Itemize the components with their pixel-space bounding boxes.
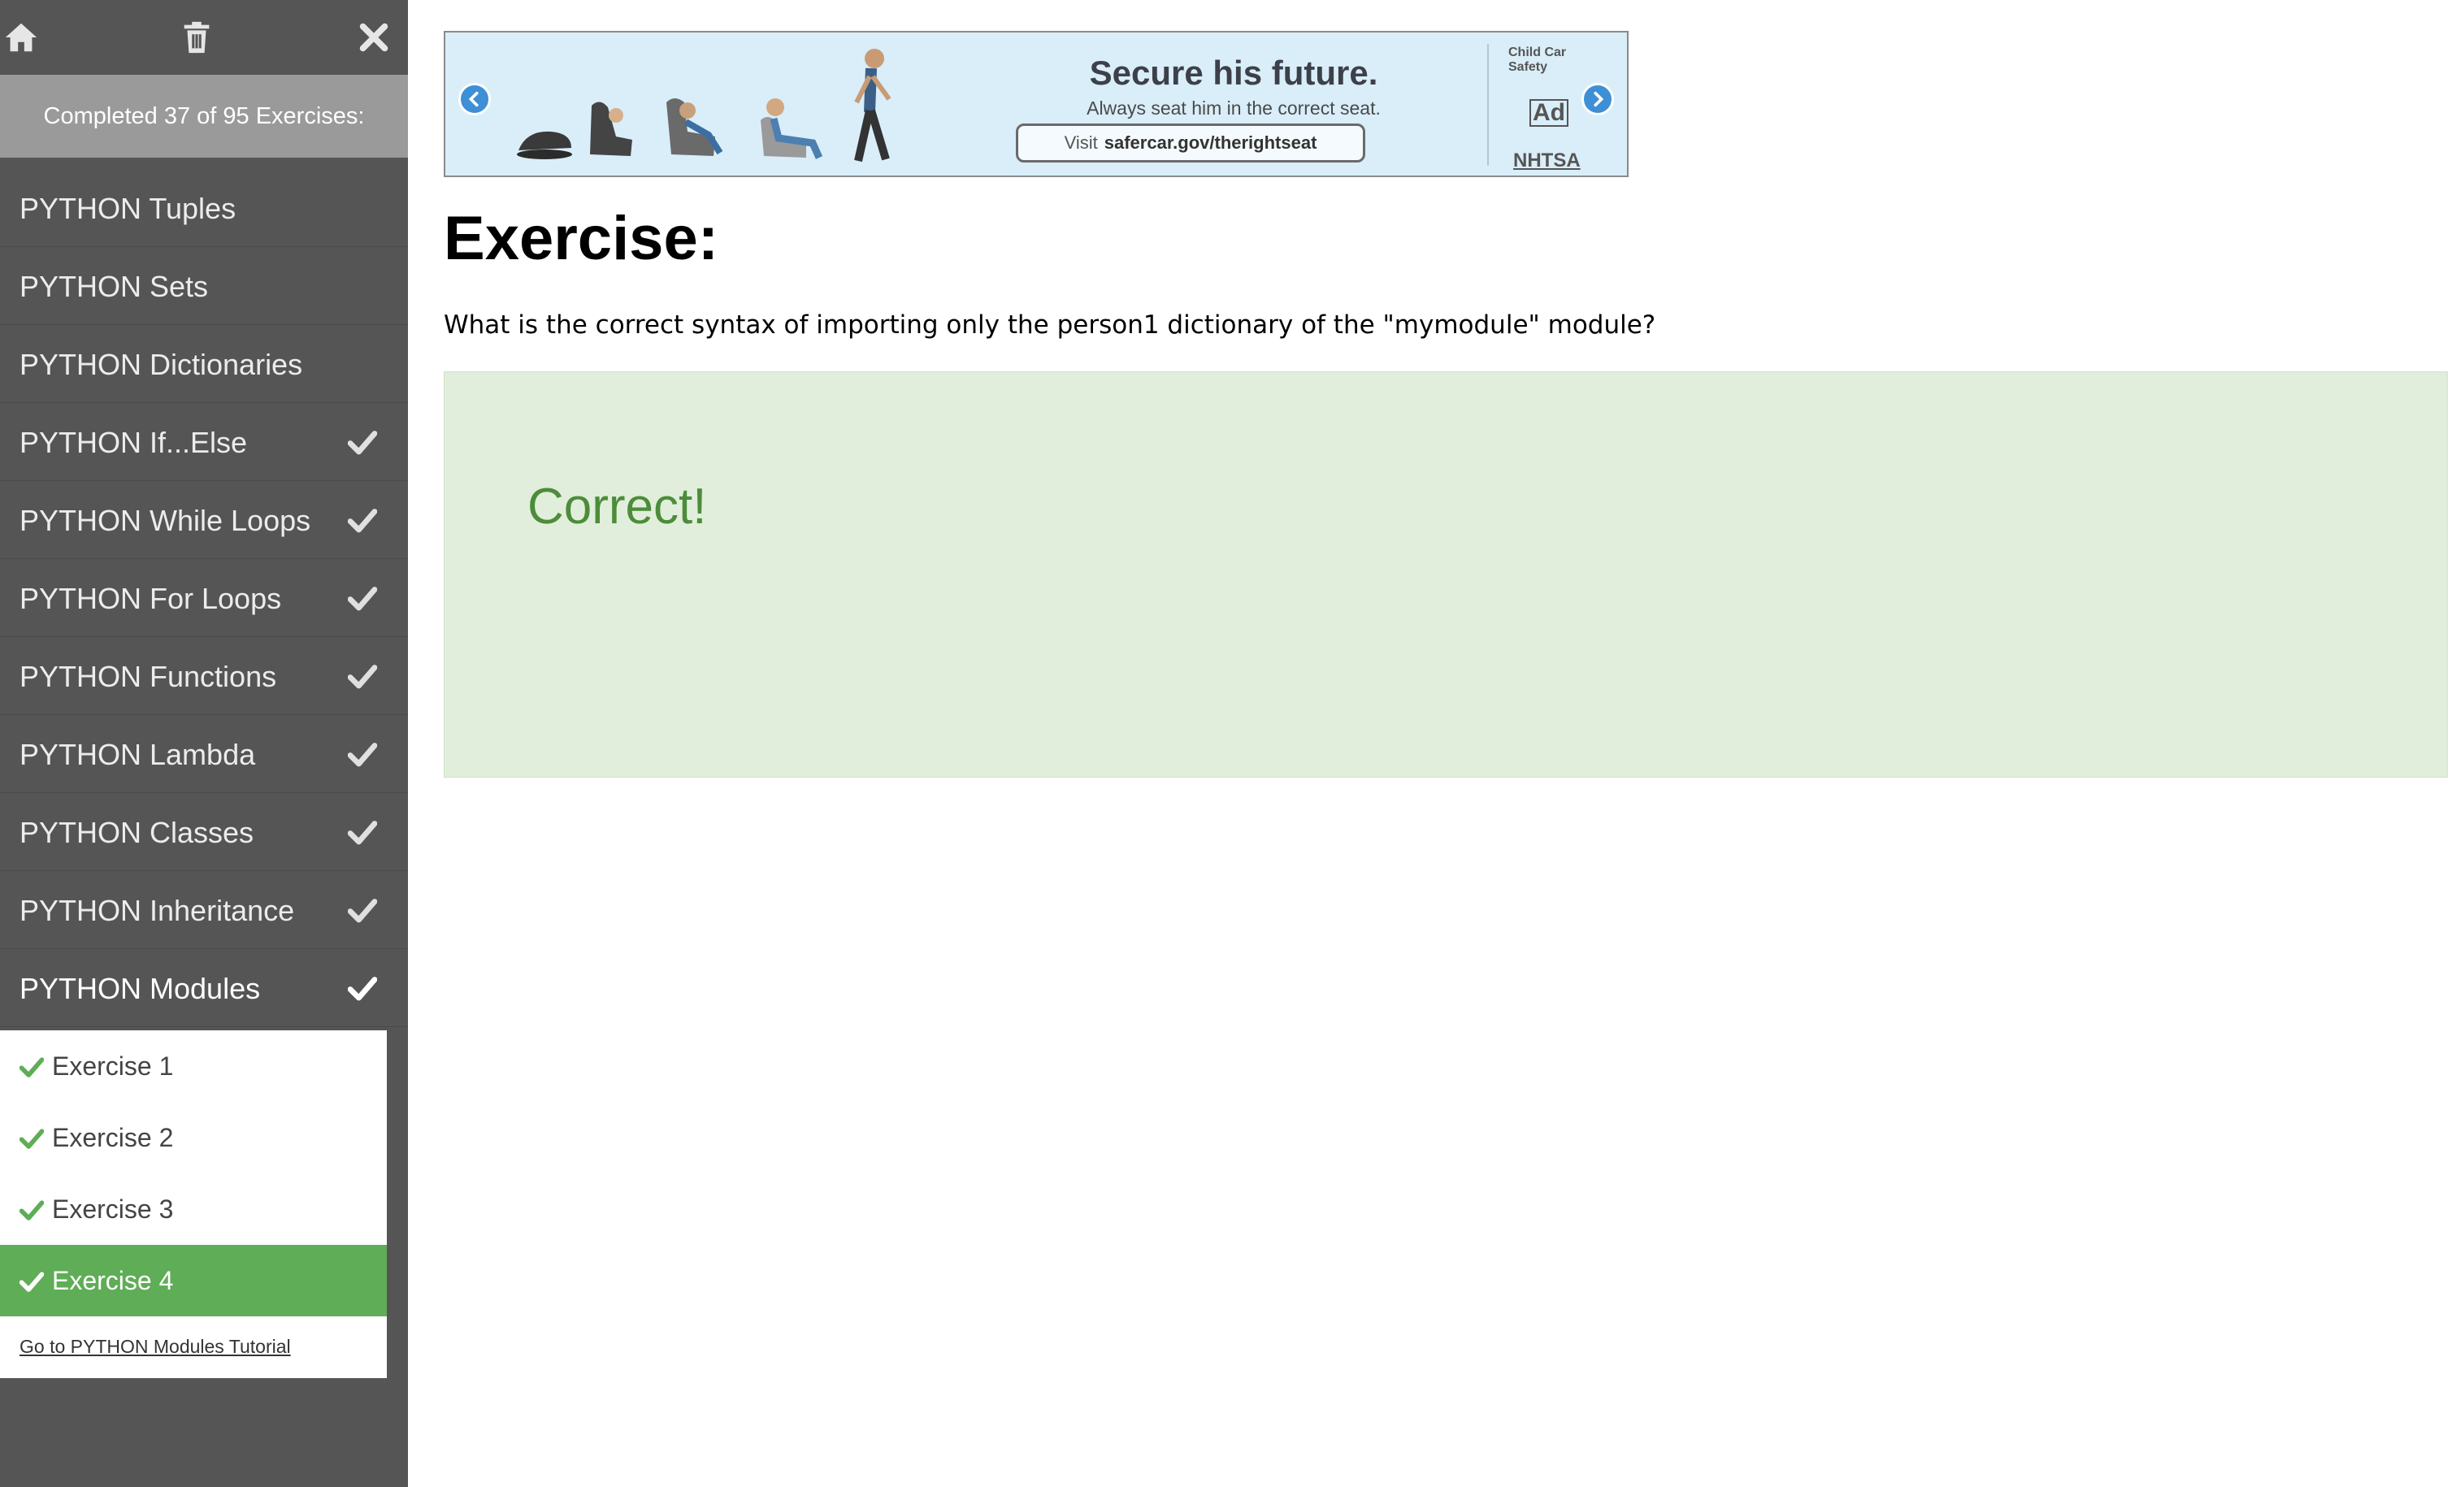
topic-item[interactable]: PYTHON Functions (0, 637, 408, 715)
topic-label: PYTHON Classes (20, 816, 254, 849)
child-car-safety-logo: Child Car Safety (1508, 46, 1567, 74)
ad-text: Secure his future. Always seat him in th… (1014, 54, 1453, 119)
topic-item[interactable]: PYTHON Lambda (0, 715, 408, 793)
checkmark-icon (347, 505, 378, 535)
topic-label: PYTHON Dictionaries (20, 348, 303, 381)
ad-banner[interactable]: Secure his future. Always seat him in th… (444, 31, 1629, 177)
exercise-label: Exercise 2 (52, 1123, 174, 1152)
child-seat-illustration (517, 49, 891, 163)
exercise-item[interactable]: Exercise 1 (0, 1030, 387, 1102)
topic-label: PYTHON Modules (20, 972, 261, 1005)
close-icon (359, 23, 388, 52)
result-message: Correct! (527, 479, 707, 535)
exercise-label: Exercise 3 (52, 1194, 174, 1224)
chevron-right-icon (1594, 91, 1604, 107)
result-panel: Correct! (444, 371, 2448, 778)
topic-item[interactable]: PYTHON Inheritance (0, 871, 408, 949)
checkmark-icon (347, 973, 378, 1003)
topic-label: PYTHON Tuples (20, 192, 236, 225)
checkmark-icon (347, 427, 378, 457)
topic-item[interactable]: PYTHON Modules (0, 949, 408, 1027)
sidebar: Completed 37 of 95 Exercises: PYTHON Tup… (0, 0, 408, 1487)
checkmark-icon (19, 1126, 45, 1149)
exercise-label: Exercise 4 (52, 1266, 174, 1295)
topic-label: PYTHON Inheritance (20, 894, 295, 927)
ad-cta-button[interactable]: Visit safercar.gov/therightseat (1016, 124, 1365, 163)
topic-item[interactable]: PYTHON For Loops (0, 559, 408, 637)
sidebar-toolbar (0, 0, 408, 75)
tutorial-link[interactable]: Go to PYTHON Modules Tutorial (20, 1336, 291, 1358)
topic-list: PYTHON Tuples PYTHON Sets PYTHON Dictionar… (0, 169, 408, 1027)
checkmark-icon (347, 661, 378, 691)
exercise-item[interactable]: Exercise 3 (0, 1173, 387, 1245)
ad-prev-button[interactable] (458, 83, 491, 115)
nhtsa-logo: NHTSA (1513, 150, 1581, 171)
checkmark-icon (19, 1269, 45, 1292)
close-button[interactable] (348, 11, 400, 63)
checkmark-icon (19, 1055, 45, 1077)
reset-progress-button[interactable] (171, 11, 223, 63)
checkmark-icon (347, 895, 378, 925)
home-icon (5, 23, 37, 52)
exercise-item[interactable]: Exercise 2 (0, 1102, 387, 1173)
topic-label: PYTHON While Loops (20, 504, 311, 537)
exercise-item[interactable]: Exercise 4 (0, 1245, 387, 1316)
home-button[interactable] (0, 11, 47, 63)
topic-item[interactable]: PYTHON Sets (0, 247, 408, 325)
trash-icon (184, 21, 210, 54)
ad-next-button[interactable] (1581, 83, 1614, 115)
topic-item[interactable]: PYTHON Tuples (0, 169, 408, 247)
chevron-left-icon (468, 91, 479, 107)
checkmark-icon (19, 1198, 45, 1220)
ad-cta-url: safercar.gov/therightseat (1104, 132, 1317, 153)
topic-label: PYTHON For Loops (20, 582, 282, 615)
exercise-submenu: Exercise 1 Exercise 2 Exercise 3 Exercise 4… (0, 1030, 387, 1378)
topic-label: PYTHON If...Else (20, 426, 248, 459)
topic-item[interactable]: PYTHON While Loops (0, 481, 408, 559)
exercise-label: Exercise 1 (52, 1051, 174, 1081)
progress-summary: Completed 37 of 95 Exercises: (0, 75, 408, 158)
exercise-question: What is the correct syntax of importing … (444, 310, 1656, 340)
ad-subtitle: Always seat him in the correct seat. (1087, 98, 1381, 119)
exercise-list: Exercise 1 Exercise 2 Exercise 3 Exercise 4 (0, 1030, 387, 1316)
checkmark-icon (347, 817, 378, 847)
topic-label: PYTHON Lambda (20, 738, 256, 771)
ad-council-logo: Ad (1529, 99, 1568, 127)
page-title: Exercise: (444, 204, 719, 273)
checkmark-icon (347, 739, 378, 769)
checkmark-icon (347, 583, 378, 613)
topic-label: PYTHON Functions (20, 660, 277, 693)
topic-item[interactable]: PYTHON Classes (0, 793, 408, 871)
ad-divider (1487, 44, 1489, 166)
ad-title: Secure his future. (1089, 54, 1378, 92)
topic-item[interactable]: PYTHON Dictionaries (0, 325, 408, 403)
topic-label: PYTHON Sets (20, 270, 209, 303)
page: Completed 37 of 95 Exercises: PYTHON Tup… (0, 0, 2464, 1487)
ad-cta-prefix: Visit (1064, 132, 1098, 153)
topic-item[interactable]: PYTHON If...Else (0, 403, 408, 481)
